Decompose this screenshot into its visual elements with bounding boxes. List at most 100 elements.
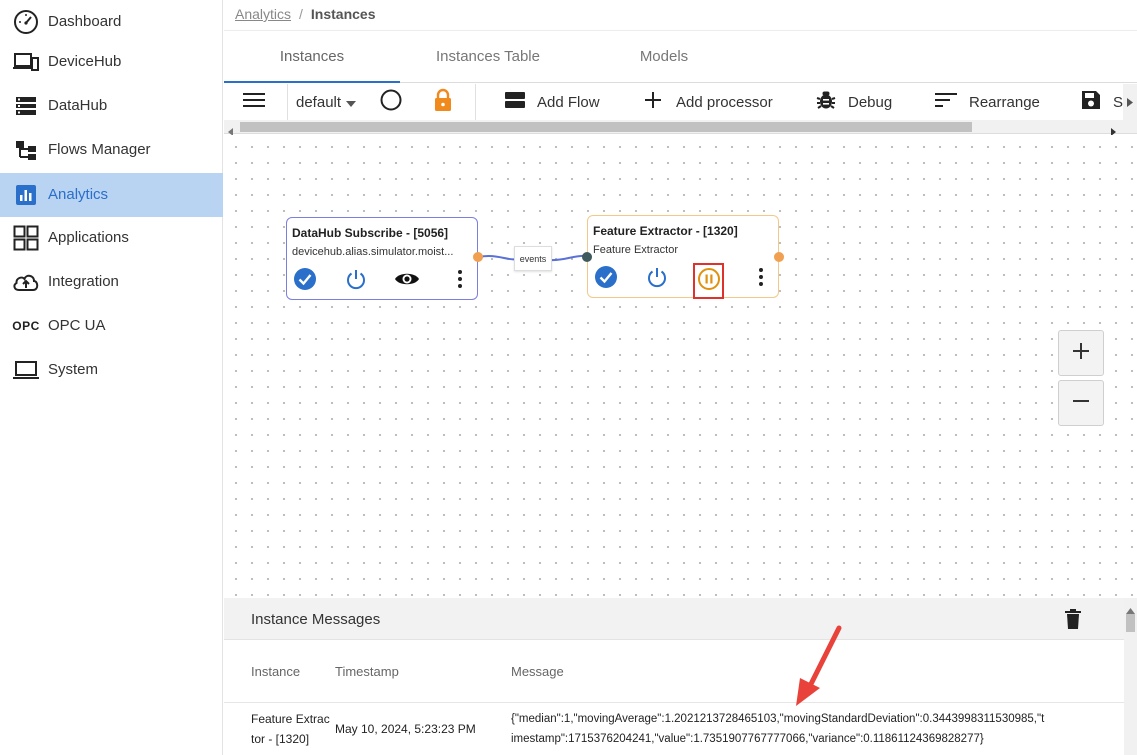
cell-message-line2: imestamp":1715376204241,"value":1.735190… xyxy=(511,733,984,745)
tab-instances-table[interactable]: Instances Table xyxy=(400,31,576,83)
sidebar-item-analytics[interactable]: Analytics xyxy=(0,173,223,217)
node-status-button[interactable] xyxy=(593,265,619,292)
apps-grid-icon xyxy=(12,224,40,252)
node-title: Feature Extractor - [1320] xyxy=(593,224,738,238)
horizontal-scrollbar[interactable] xyxy=(224,120,1137,136)
toolbar-divider xyxy=(475,84,476,120)
sidebar-item-label: Applications xyxy=(48,229,129,246)
add-flow-label: Add Flow xyxy=(537,93,600,111)
rearrange-button[interactable]: Rearrange xyxy=(935,84,1040,120)
sidebar-item-integration[interactable]: Integration xyxy=(0,260,223,304)
cell-instance-line1: Feature Extrac xyxy=(251,712,330,726)
tab-models[interactable]: Models xyxy=(576,31,752,83)
flow-select[interactable]: default xyxy=(296,84,357,120)
zoom-out-button[interactable] xyxy=(1058,380,1104,426)
messages-header: Instance Messages xyxy=(224,598,1124,640)
input-port[interactable] xyxy=(582,252,592,262)
more-vert-icon xyxy=(457,269,463,294)
flow-tree-icon xyxy=(12,136,40,164)
tab-instances[interactable]: Instances xyxy=(224,31,400,83)
cloud-upload-icon xyxy=(12,268,40,296)
app-root: Dashboard DeviceHub DataHub Flows Manage… xyxy=(0,0,1137,755)
cell-message-line1: {"median":1,"movingAverage":1.2021213728… xyxy=(511,713,1045,725)
add-processor-label: Add processor xyxy=(676,93,773,111)
sidebar-item-system[interactable]: System xyxy=(0,348,223,392)
debug-button[interactable]: Debug xyxy=(816,84,892,120)
node-subtitle: Feature Extractor xyxy=(593,244,678,256)
check-circle-icon xyxy=(293,267,317,296)
flow-edges xyxy=(478,254,587,262)
sidebar-item-label: System xyxy=(48,361,99,378)
hamburger-menu-icon xyxy=(243,92,265,112)
pause-circle-icon xyxy=(697,267,721,296)
save-icon xyxy=(1081,90,1101,114)
output-port[interactable] xyxy=(473,252,483,262)
cell-timestamp: May 10, 2024, 5:23:23 PM xyxy=(335,722,476,736)
edge-label-events[interactable]: events xyxy=(514,246,552,271)
flow-select-value: default xyxy=(296,93,342,111)
trash-icon[interactable] xyxy=(1065,609,1081,634)
flow-node-feature-extractor[interactable]: Feature Extractor - [1320] Feature Extra… xyxy=(582,215,784,299)
scrollbar-thumb[interactable] xyxy=(1126,614,1135,632)
lock-button[interactable] xyxy=(433,84,453,120)
sidebar-item-label: Analytics xyxy=(48,186,109,203)
instance-messages-panel: Instance Messages Instance Timestamp Mes… xyxy=(224,598,1137,755)
flow-node-datahub-subscribe[interactable]: DataHub Subscribe - [5056] devicehub.ali… xyxy=(286,217,483,300)
power-icon xyxy=(645,265,669,294)
node-more-button[interactable] xyxy=(748,266,774,292)
status-circle-button[interactable] xyxy=(380,84,402,120)
breadcrumb-link-analytics[interactable]: Analytics xyxy=(235,6,291,22)
sidebar-item-label: Dashboard xyxy=(48,13,122,30)
main-area: Analytics / Instances Instances Instances … xyxy=(224,0,1137,755)
sidebar-item-flows-manager[interactable]: Flows Manager xyxy=(0,128,223,172)
node-subtitle: devicehub.alias.simulator.moist... xyxy=(292,246,454,258)
column-header-timestamp: Timestamp xyxy=(335,664,399,679)
sidebar-item-applications[interactable]: Applications xyxy=(0,216,223,260)
sidebar-item-label: Integration xyxy=(48,273,119,290)
node-more-button[interactable] xyxy=(447,268,473,294)
sort-lines-icon xyxy=(935,92,957,112)
scrollbar-thumb[interactable] xyxy=(240,122,972,132)
node-status-button[interactable] xyxy=(292,267,318,296)
sidebar-item-label: OPC UA xyxy=(48,317,106,334)
node-title: DataHub Subscribe - [5056] xyxy=(292,226,449,240)
row-divider xyxy=(224,702,1124,703)
flow-canvas[interactable]: DataHub Subscribe - [5056] devicehub.ali… xyxy=(224,135,1137,598)
node-pause-button[interactable] xyxy=(693,263,724,299)
node-power-button[interactable] xyxy=(644,266,670,292)
sidebar-item-dashboard[interactable]: Dashboard xyxy=(0,0,223,44)
breadcrumb-separator: / xyxy=(299,6,303,22)
debug-label: Debug xyxy=(848,93,893,111)
devices-icon xyxy=(12,48,40,76)
toolbar-scroll-right[interactable] xyxy=(1123,84,1137,120)
column-header-message: Message xyxy=(511,664,564,679)
sidebar-item-label: Flows Manager xyxy=(48,141,151,158)
sidebar-item-datahub[interactable]: DataHub xyxy=(0,84,223,128)
zoom-in-button[interactable] xyxy=(1058,330,1104,376)
node-view-button[interactable] xyxy=(394,268,420,294)
node-power-button[interactable] xyxy=(343,268,369,294)
sidebar: Dashboard DeviceHub DataHub Flows Manage… xyxy=(0,0,223,755)
sidebar-item-label: DeviceHub xyxy=(48,53,122,70)
power-icon xyxy=(344,267,368,296)
plus-icon xyxy=(1072,342,1090,365)
tab-bar: Instances Instances Table Models xyxy=(224,30,1137,83)
menu-button[interactable] xyxy=(243,84,265,120)
minus-icon xyxy=(1072,392,1090,415)
toolbar-divider xyxy=(287,84,288,120)
dashboard-icon xyxy=(12,8,40,36)
output-port[interactable] xyxy=(774,252,784,262)
sidebar-item-devicehub[interactable]: DeviceHub xyxy=(0,40,223,84)
save-button[interactable]: S xyxy=(1081,84,1123,120)
breadcrumb-current: Instances xyxy=(310,6,376,22)
circle-outline-icon xyxy=(380,89,402,115)
eye-icon xyxy=(394,270,420,293)
add-processor-button[interactable]: Add processor xyxy=(644,84,773,120)
chevron-right-icon xyxy=(1127,94,1133,111)
lock-icon xyxy=(433,88,453,116)
vertical-scrollbar[interactable] xyxy=(1124,598,1137,755)
rearrange-label: Rearrange xyxy=(969,93,1040,111)
save-label: S xyxy=(1113,93,1124,111)
add-flow-button[interactable]: Add Flow xyxy=(505,84,600,120)
sidebar-item-opc-ua[interactable]: OPC OPC UA xyxy=(0,304,223,348)
